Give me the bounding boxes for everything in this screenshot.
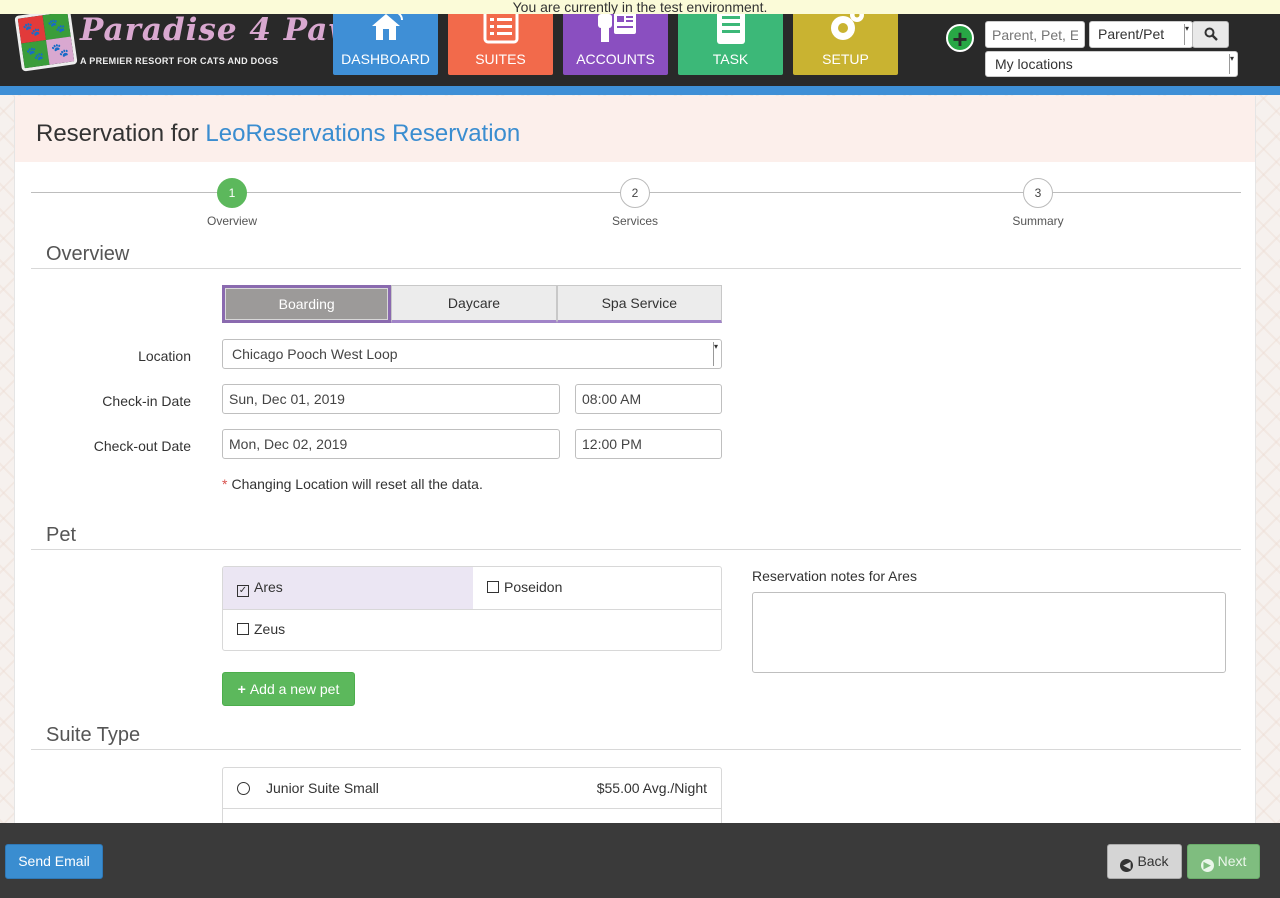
location-label: Location xyxy=(138,348,191,364)
panel-header: Reservation for LeoReservations Reservat… xyxy=(15,96,1255,162)
nav-label: SETUP xyxy=(822,51,869,67)
caret-down-icon: ▾ xyxy=(713,342,721,366)
suite-option-partial[interactable] xyxy=(222,808,722,823)
reservation-link[interactable]: LeoReservations Reservation xyxy=(205,120,520,147)
caret-down-icon: ▾ xyxy=(1184,24,1192,45)
reservation-panel: Reservation for LeoReservations Reservat… xyxy=(14,96,1256,823)
back-label: Back xyxy=(1137,853,1169,869)
wizard-step-label: Overview xyxy=(206,214,257,228)
wizard-step-services[interactable]: 2 Services xyxy=(595,178,675,228)
service-type-toggle: Boarding Daycare Spa Service xyxy=(222,285,722,323)
checkout-time-field[interactable]: 12:00 PM xyxy=(575,429,722,459)
overview-heading: Overview xyxy=(46,243,130,265)
quick-add-plus-icon[interactable]: + xyxy=(946,24,974,53)
header-location-select[interactable]: My locations ▾ xyxy=(985,51,1238,77)
search-type-select[interactable]: Parent/Pet ▾ xyxy=(1089,21,1193,48)
pet-name: Zeus xyxy=(254,621,286,637)
brand-subtitle: A PREMIER RESORT FOR CATS AND DOGS xyxy=(80,56,279,66)
next-label: Next xyxy=(1217,853,1247,869)
next-button[interactable]: ▶ Next xyxy=(1187,844,1260,879)
wizard-step-label: Summary xyxy=(1012,214,1064,228)
service-type-daycare[interactable]: Daycare xyxy=(391,285,557,323)
pet-selector: ✓ Ares Poseidon Zeus xyxy=(222,566,722,651)
wizard-step-number: 2 xyxy=(620,178,650,208)
checkout-label: Check-out Date xyxy=(93,438,191,454)
suite-option[interactable]: Junior Suite Small $55.00 Avg./Night xyxy=(222,767,722,809)
suite-name: Junior Suite Small xyxy=(266,780,379,796)
service-type-spa[interactable]: Spa Service xyxy=(556,285,722,323)
checkbox-empty-icon xyxy=(237,623,249,635)
page-title-prefix: Reservation for xyxy=(36,120,206,147)
location-reset-note: * Changing Location will reset all the da… xyxy=(222,476,483,492)
reservation-notes-textarea[interactable] xyxy=(752,592,1226,673)
nav-label: SUITES xyxy=(475,51,526,67)
reservation-notes-label: Reservation notes for Ares xyxy=(752,568,917,584)
section-divider xyxy=(31,749,1241,750)
note-text: Changing Location will reset all the dat… xyxy=(231,476,483,492)
wizard-step-number: 1 xyxy=(217,178,247,208)
pet-name: Ares xyxy=(254,579,283,595)
add-pet-label: Add a new pet xyxy=(249,681,340,697)
wizard-step-number: 3 xyxy=(1023,178,1053,208)
suite-type-heading: Suite Type xyxy=(46,724,141,746)
pet-option-poseidon[interactable]: Poseidon xyxy=(473,567,721,609)
radio-unselected-icon xyxy=(237,782,250,795)
section-divider xyxy=(31,268,1241,269)
arrow-left-circle-icon: ◀ xyxy=(1120,859,1134,872)
required-star: * xyxy=(222,476,228,492)
add-pet-button[interactable]: + Add a new pet xyxy=(222,672,355,706)
send-email-button[interactable]: Send Email xyxy=(5,844,103,879)
checkin-date-field[interactable]: Sun, Dec 01, 2019 xyxy=(222,384,560,414)
suite-price: $55.00 Avg./Night xyxy=(596,780,707,796)
search-button[interactable] xyxy=(1192,21,1229,48)
service-type-boarding[interactable]: Boarding xyxy=(222,285,392,323)
search-icon xyxy=(1204,27,1218,41)
wizard-step-label: Services xyxy=(611,214,658,228)
location-select[interactable]: Chicago Pooch West Loop ▾ xyxy=(222,339,722,369)
checkbox-empty-icon xyxy=(487,581,499,593)
checkbox-checked-icon: ✓ xyxy=(237,585,249,597)
action-footer: Send Email ◀ Back ▶ Next xyxy=(0,823,1280,898)
header-accent-stripe xyxy=(0,86,1280,95)
banner-text: You are currently in the test environmen… xyxy=(512,0,768,14)
back-button[interactable]: ◀ Back xyxy=(1107,844,1182,879)
brand-title: Paradise 4 Paws xyxy=(80,12,375,48)
location-value: Chicago Pooch West Loop xyxy=(232,346,398,362)
plus-icon: + xyxy=(237,681,246,697)
header-location-value: My locations xyxy=(995,56,1073,72)
pet-name: Poseidon xyxy=(504,579,563,595)
checkin-time-field[interactable]: 08:00 AM xyxy=(575,384,722,414)
paw-badge-icon: 🐾 🐾 🐾 🐾 xyxy=(14,8,78,72)
nav-label: DASHBOARD xyxy=(341,51,430,67)
header-search-input[interactable] xyxy=(985,21,1085,48)
nav-label: ACCOUNTS xyxy=(576,51,655,67)
test-environment-banner: You are currently in the test environmen… xyxy=(0,0,1280,14)
arrow-right-circle-icon: ▶ xyxy=(1200,859,1214,872)
nav-label: TASK xyxy=(712,51,749,67)
wizard-step-summary[interactable]: 3 Summary xyxy=(998,178,1078,228)
checkout-date-field[interactable]: Mon, Dec 02, 2019 xyxy=(222,429,560,459)
wizard-step-overview[interactable]: 1 Overview xyxy=(192,178,272,228)
pet-option-ares[interactable]: ✓ Ares xyxy=(223,567,473,609)
search-type-value: Parent/Pet xyxy=(1098,26,1165,42)
pet-heading: Pet xyxy=(46,524,77,546)
page-title: Reservation for LeoReservations Reservat… xyxy=(36,120,520,148)
pet-option-zeus[interactable]: Zeus xyxy=(223,609,473,650)
checkin-label: Check-in Date xyxy=(102,393,191,409)
section-divider xyxy=(31,549,1241,550)
caret-down-icon: ▾ xyxy=(1229,54,1237,74)
brand-logo[interactable]: 🐾 🐾 🐾 🐾 Paradise 4 Paws A PREMIER RESORT… xyxy=(14,8,373,74)
